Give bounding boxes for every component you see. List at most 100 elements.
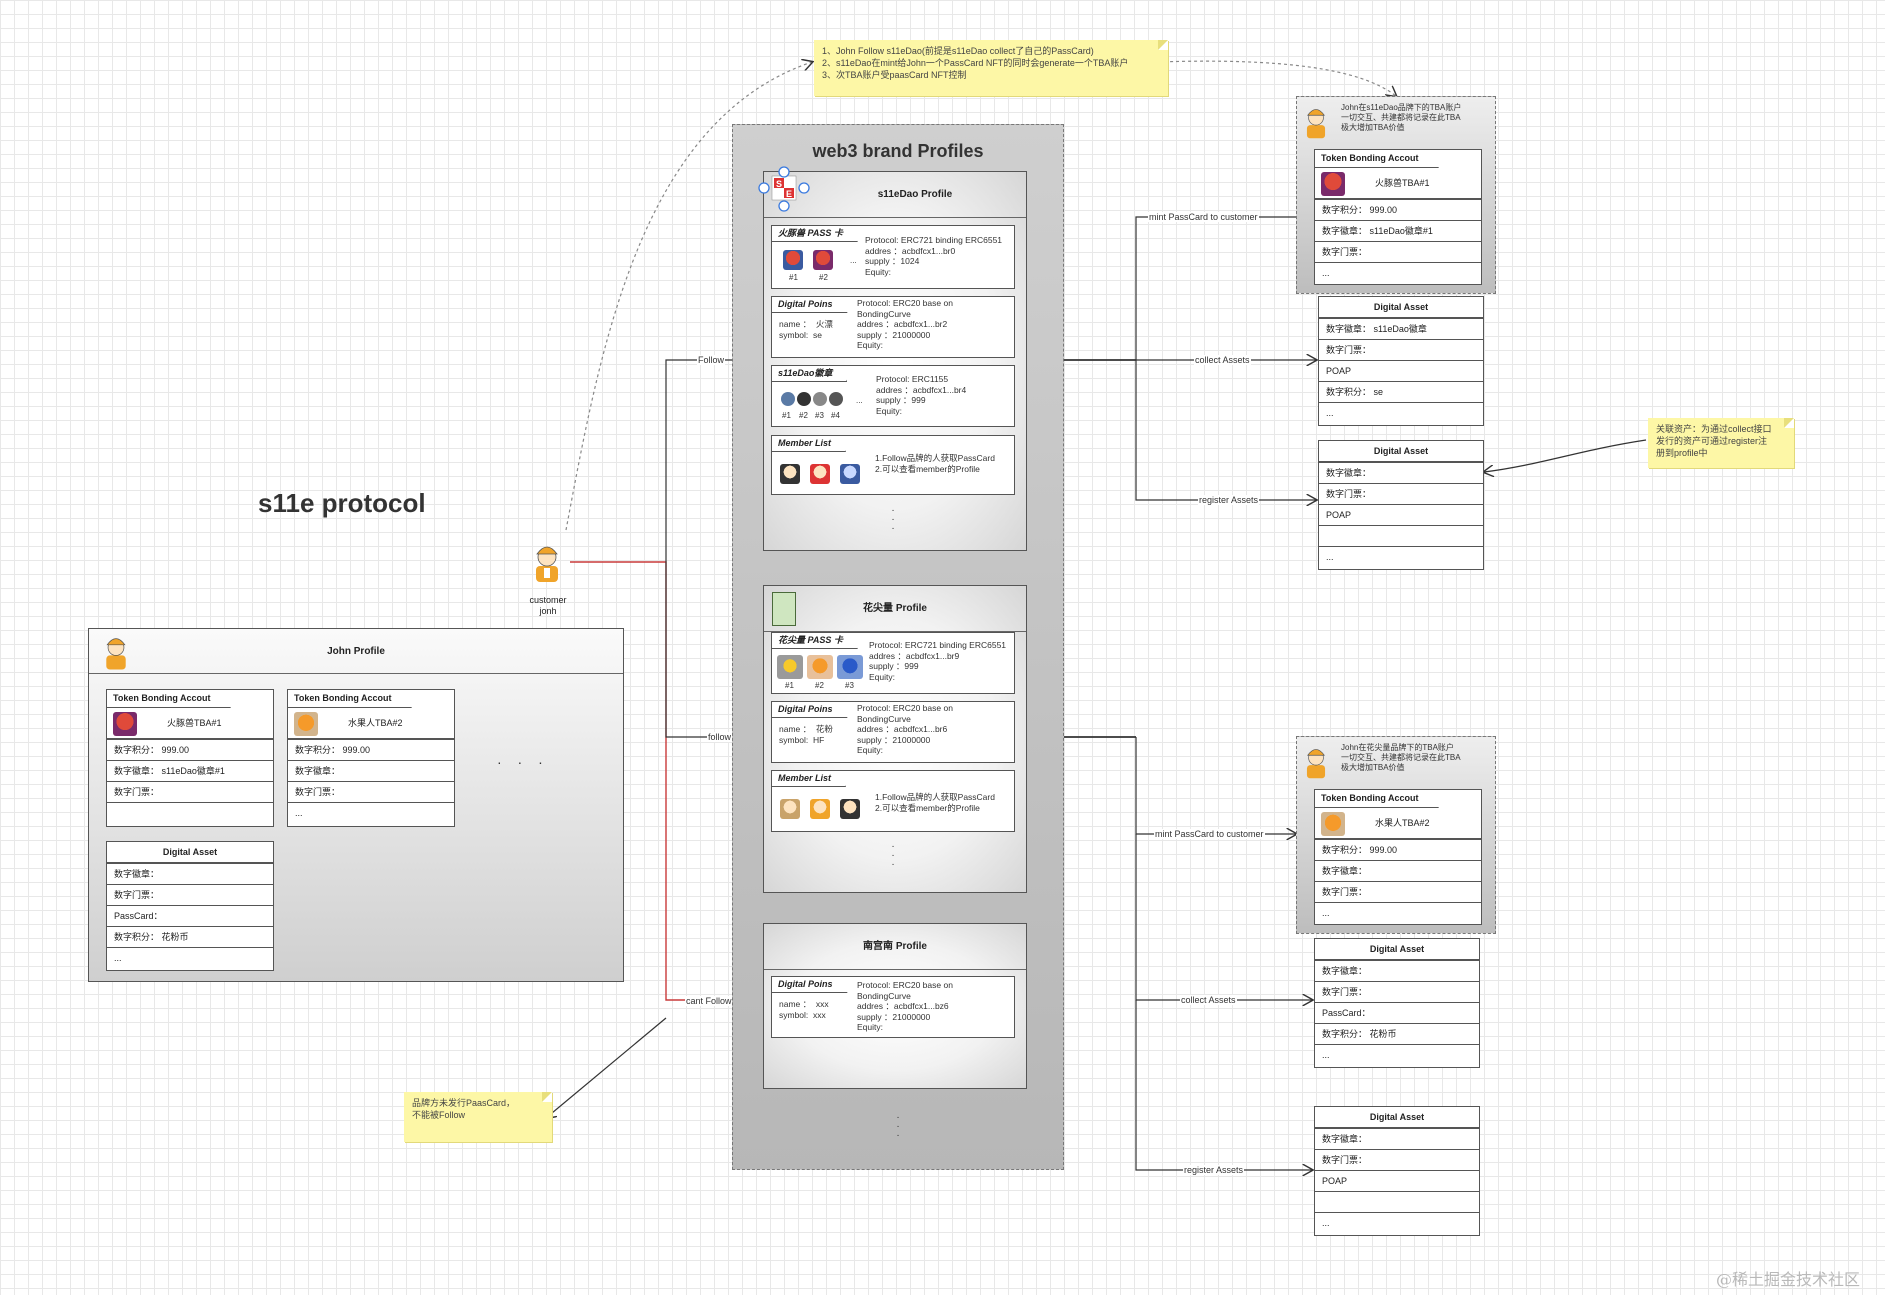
edge-label-follow2: follow <box>707 732 733 742</box>
john-tba1-card: Token Bonding Accout 火豚兽TBA#1 数字积分： 999.… <box>106 689 274 827</box>
edge-mint2 <box>1135 737 1296 834</box>
edge-label-mint2: mint PassCard to customer <box>1154 829 1265 839</box>
right-asset-3-row: 数字徽章： <box>1315 960 1479 981</box>
right-digital-asset-3: Digital Asset 数字徽章： 数字门票： PassCard： 数字积分… <box>1314 938 1480 1068</box>
edge-to-bottom-note <box>546 1017 667 1118</box>
edge-label-follow1: Follow <box>697 355 726 365</box>
right-asset-4-row: ... <box>1315 1212 1479 1233</box>
s11e-pass-card: 火豚兽 PASS 卡 #1 #2 ... Protocol: ERC721 bi… <box>771 225 1015 289</box>
john-asset-row: ... <box>107 947 273 968</box>
s11e-pass-info: Protocol: ERC721 binding ERC6551 addres … <box>865 235 1003 277</box>
nangong-points-info: Protocol: ERC20 base on BondingCurve add… <box>857 980 953 1032</box>
right-bottom-tba-row: 数字门票： <box>1315 881 1481 902</box>
huajian-pass-tab: 花尖量 PASS 卡 <box>772 633 858 649</box>
john-asset-row: 数字徽章： <box>107 863 273 884</box>
edge-label-collect1: collect Assets <box>1194 355 1251 365</box>
huajian-pass-nft-1-icon <box>777 655 803 679</box>
right-asset-1-row: ... <box>1319 402 1483 423</box>
s11e-points-name: name ： 火漂 symbol: se <box>779 319 833 340</box>
customer-label-line2: jonh <box>539 606 557 616</box>
badge-4-icon <box>829 392 843 406</box>
nangong-profile-panel: 南宫南 Profile Digital Poins name ： xxx sym… <box>763 923 1027 1089</box>
right-asset-3-row: ... <box>1315 1044 1479 1065</box>
john-tba1-row <box>107 802 273 823</box>
edge-label-register1: register Assets <box>1198 495 1260 505</box>
fruit-man-avatar-icon <box>1321 812 1345 836</box>
john-digital-asset-title: Digital Asset <box>107 842 273 863</box>
brand-container-title: web3 brand Profiles <box>812 141 984 161</box>
bottom-note: 品牌方未发行PaasCard， 不能被Follow <box>404 1092 552 1142</box>
right-asset-1-title: Digital Asset <box>1319 297 1483 318</box>
s11e-points-tab: Digital Poins <box>772 297 848 313</box>
huajian-member-1-icon <box>780 799 800 819</box>
edge-label-cant-follow: cant Follow <box>685 996 733 1006</box>
diagram-title: s11e protocol <box>258 488 426 518</box>
badge-label: #4 <box>831 411 840 420</box>
right-top-tba-row: ... <box>1315 262 1481 283</box>
right-digital-asset-2: Digital Asset 数字徽章： 数字门票： POAP ... <box>1318 440 1484 570</box>
right-asset-1-row: 数字门票： <box>1319 339 1483 360</box>
john-tba1-row: 数字门票： <box>107 781 273 802</box>
john-asset-row: 数字积分： 花粉币 <box>107 926 273 947</box>
huajian-pass-label: #3 <box>845 681 854 690</box>
john-more-ellipsis: · · · <box>497 754 549 770</box>
edge-label-mint1: mint PassCard to customer <box>1148 212 1259 222</box>
right-asset-3-title: Digital Asset <box>1315 939 1479 960</box>
huajian-pass-label: #1 <box>785 681 794 690</box>
pass-nft-ellipsis: ... <box>850 256 857 265</box>
right-asset-2-row: 数字门票： <box>1319 483 1483 504</box>
edge-register1 <box>1135 360 1316 500</box>
john-tba2-name: 水果人TBA#2 <box>348 718 403 728</box>
huajian-pass-nft-2-icon <box>807 655 833 679</box>
edge-right-note <box>1484 439 1647 472</box>
right-top-caption: John在s11eDao品牌下的TBA账户 一切交互、共建都将记录在此TBA 极… <box>1341 103 1462 132</box>
fire-pig-avatar-icon <box>113 712 137 736</box>
right-note-line-2: 发行的资产可通过register注 <box>1656 436 1768 446</box>
badge-ellipsis: ... <box>856 396 863 405</box>
john-tba2-row: ... <box>288 802 454 823</box>
huajian-logo-icon <box>772 592 796 626</box>
john-avatar-icon <box>106 638 126 670</box>
right-bottom-tba-row: ... <box>1315 902 1481 923</box>
right-bottom-tba-row: 数字积分： 999.00 <box>1315 839 1481 860</box>
john-tba2-row: 数字徽章： <box>288 760 454 781</box>
watermark: @稀土掘金技术社区 <box>1716 1270 1861 1289</box>
right-bottom-tba-name: 水果人TBA#2 <box>1375 818 1430 828</box>
s11e-pass-tab: 火豚兽 PASS 卡 <box>772 226 858 242</box>
right-bottom-tba-group: John在花尖量品牌下的TBA账户 一切交互、共建都将记录在此TBA 极大增加T… <box>1296 736 1496 934</box>
right-digital-asset-1: Digital Asset 数字徽章： s11eDao徽章 数字门票： POAP… <box>1318 296 1484 426</box>
john-tba1-row: 数字积分： 999.00 <box>107 739 273 760</box>
pass-nft-label: #1 <box>789 273 798 282</box>
s11e-profile-panel: s11eDao Profile S E 火豚兽 PASS 卡 #1 #2 ...… <box>758 166 1027 551</box>
huajian-member-tab: Member List <box>772 771 847 787</box>
badge-3-icon <box>813 392 827 406</box>
huajian-profile-title: 花尖量 Profile <box>764 586 1026 632</box>
right-asset-1-row: 数字积分： se <box>1319 381 1483 402</box>
john-asset-row: 数字门票： <box>107 884 273 905</box>
brand-profiles-container: web3 brand Profiles s11eDao Profile S E … <box>732 124 1064 1170</box>
john-tba1-row: 数字徽章： s11eDao徽章#1 <box>107 760 273 781</box>
john-tba2-row: 数字积分： 999.00 <box>288 739 454 760</box>
top-note: 1、John Follow s11eDao(前提是s11eDao collect… <box>814 40 1168 96</box>
edge-note-to-right-group <box>1157 60 1396 96</box>
s11e-points-card: Digital Poins name ： 火漂 symbol: se Proto… <box>771 296 1015 358</box>
badge-label: #3 <box>815 411 824 420</box>
huajian-member-card: Member List 1.Follow品牌的人获取PassCard 2.可以查… <box>771 770 1015 832</box>
john-tba2-row: 数字门票： <box>288 781 454 802</box>
pass-nft-1-icon <box>783 250 803 270</box>
s11e-member-info: 1.Follow品牌的人获取PassCard 2.可以查看member的Prof… <box>875 453 995 474</box>
member-3-icon <box>840 464 860 484</box>
bottom-note-line-2: 不能被Follow <box>412 1110 466 1120</box>
customer-label: customer jonh <box>520 595 576 617</box>
john-asset-row: PassCard： <box>107 905 273 926</box>
huajian-pass-nft-3-icon <box>837 655 863 679</box>
right-asset-3-row: 数字积分： 花粉币 <box>1315 1023 1479 1044</box>
right-asset-4-row <box>1315 1191 1479 1212</box>
right-asset-2-row: 数字徽章： <box>1319 462 1483 483</box>
right-asset-2-row: POAP <box>1319 504 1483 525</box>
right-digital-asset-4: Digital Asset 数字徽章： 数字门票： POAP ... <box>1314 1106 1480 1236</box>
pass-nft-2-icon <box>813 250 833 270</box>
nangong-points-card: Digital Poins name ： xxx symbol: xxx Pro… <box>771 976 1015 1038</box>
john-tba1-name: 火豚兽TBA#1 <box>167 718 222 728</box>
customer-label-line1: customer <box>529 595 567 605</box>
